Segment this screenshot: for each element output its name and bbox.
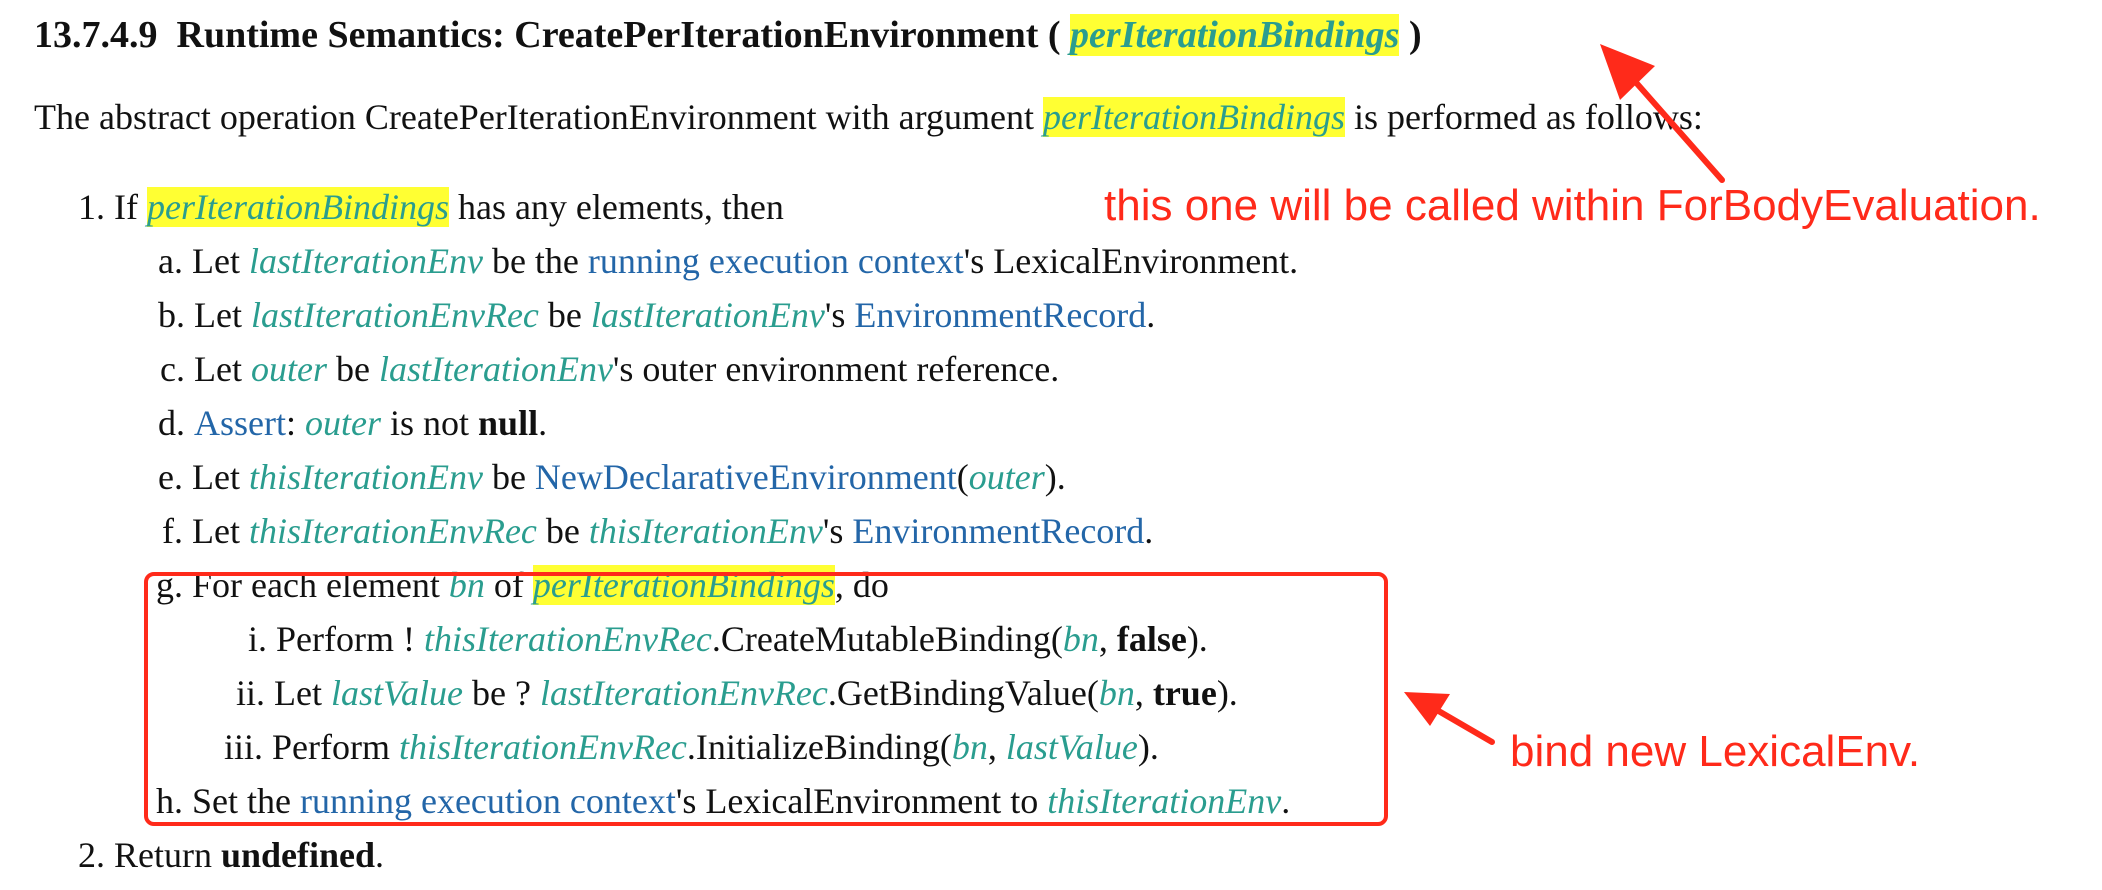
arrow-icon	[1427, 703, 1495, 745]
arrow-head-icon	[1404, 692, 1450, 726]
annotation-arrows	[1404, 44, 1725, 745]
arrow-icon	[1622, 67, 1725, 183]
spec-page: 13.7.4.9 Runtime Semantics: CreatePerIte…	[0, 0, 2102, 890]
